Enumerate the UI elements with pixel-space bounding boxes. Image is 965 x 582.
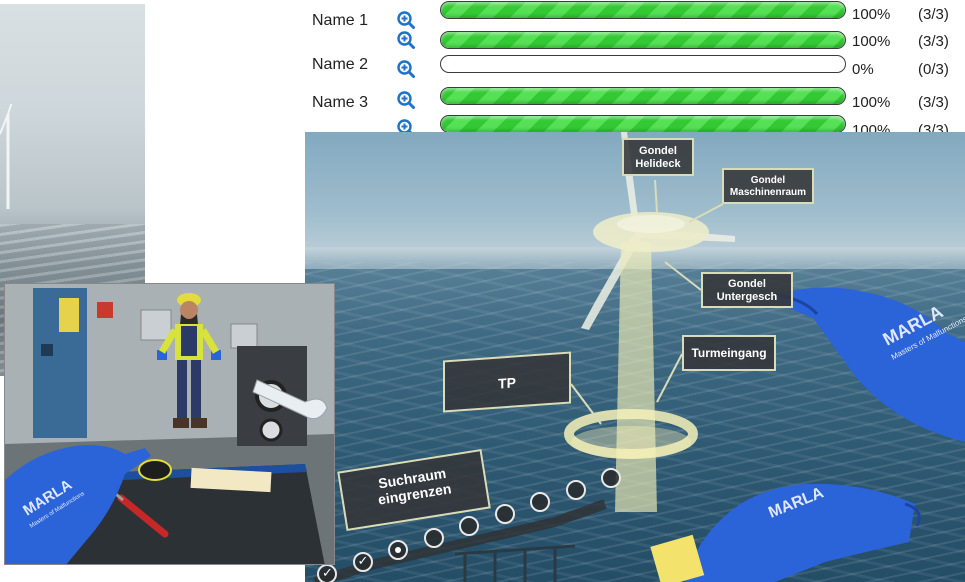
progress-fill <box>441 2 845 18</box>
progress-fill <box>441 116 845 132</box>
progress-bar <box>440 87 846 105</box>
task-step-indicators <box>305 132 965 582</box>
task-step-7[interactable] <box>530 492 550 512</box>
progress-row: Name 2 0% (0/3) <box>300 53 965 78</box>
task-step-3[interactable] <box>388 540 408 560</box>
progress-count: (3/3) <box>918 94 949 111</box>
row-name: Name 2 <box>312 56 369 73</box>
zoom-in-icon[interactable] <box>397 60 415 78</box>
progress-row: Name 3 100% (3/3) <box>300 85 965 111</box>
progress-fill <box>441 32 845 48</box>
task-step-9[interactable] <box>601 468 621 488</box>
machine-wheel <box>259 418 283 442</box>
task-step-5[interactable] <box>459 516 479 536</box>
progress-percent: 0% <box>852 61 874 78</box>
workshop-graphics: MARLA Masters of Malfunctions <box>5 284 334 564</box>
vr-workshop-inset: MARLA Masters of Malfunctions <box>4 283 335 565</box>
progress-count: (3/3) <box>918 6 949 23</box>
row-name: Name 1 <box>312 12 369 29</box>
tape-roll[interactable] <box>138 459 172 481</box>
zoom-in-icon[interactable] <box>397 11 415 29</box>
progress-bar <box>440 1 846 19</box>
progress-count: (3/3) <box>918 33 949 50</box>
progress-count: (0/3) <box>918 61 949 78</box>
row-name: Name 3 <box>312 94 369 111</box>
wall-panel <box>230 323 258 349</box>
task-step-8[interactable] <box>565 480 586 500</box>
task-step-4[interactable] <box>423 528 444 548</box>
task-step-6[interactable] <box>494 504 515 524</box>
zoom-in-icon[interactable] <box>397 91 415 109</box>
distant-wind-turbine <box>0 104 13 209</box>
emergency-switch[interactable] <box>97 302 113 318</box>
progress-percent: 100% <box>852 33 891 50</box>
progress-bar <box>440 55 846 73</box>
zoom-in-icon[interactable] <box>397 31 415 49</box>
collage-canvas: Name 1 100% (3/3) 100% (3/3) Name 2 0% (… <box>0 0 965 582</box>
progress-percent: 100% <box>852 6 891 23</box>
progress-bar <box>440 115 846 133</box>
task-step-1[interactable] <box>317 564 337 582</box>
progress-row: 100% (3/3) <box>300 29 965 53</box>
progress-fill <box>441 88 845 104</box>
vr-offshore-scene: MARLA Masters of Malfunctions MARLA Gond… <box>305 132 965 582</box>
progress-percent: 100% <box>852 94 891 111</box>
progress-list: Name 1 100% (3/3) 100% (3/3) Name 2 0% (… <box>300 0 965 139</box>
progress-bar <box>440 31 846 49</box>
wall-panel <box>140 309 172 341</box>
cabinet-display <box>59 298 79 332</box>
paper-sheet[interactable] <box>190 467 272 493</box>
cabinet-panel <box>41 344 53 356</box>
task-step-2[interactable] <box>352 552 373 572</box>
